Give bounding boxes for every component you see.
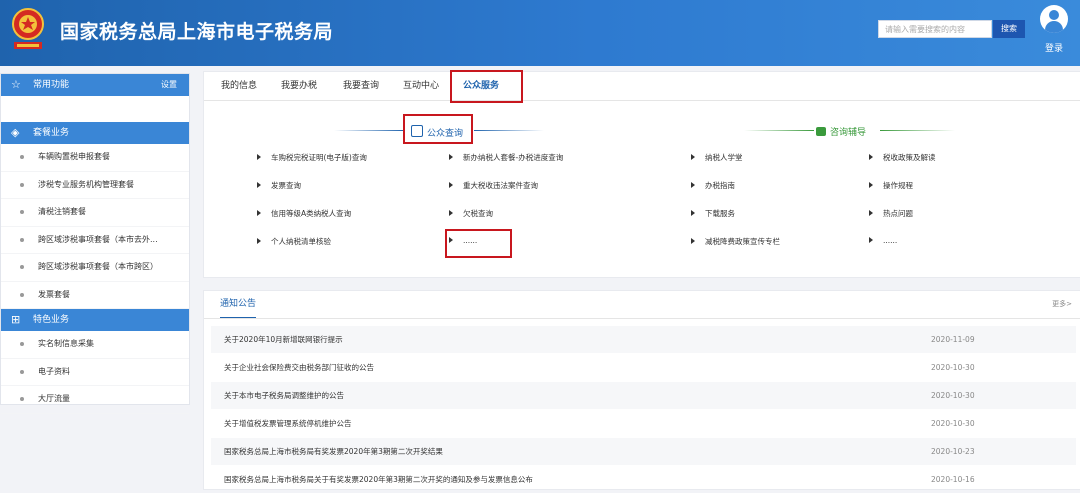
sidebar-item[interactable]: 发票套餐 <box>1 282 189 309</box>
tax-emblem-icon[interactable] <box>8 6 48 54</box>
sidebar: ☆ 常用功能 设置 ◈ 套餐业务 车辆购置税申报套餐 涉税专业服务机构管理套餐 … <box>0 73 190 414</box>
sidebar-section-label: 常用功能 <box>33 80 70 90</box>
grid-icon: ⊞ <box>11 313 21 326</box>
divider <box>204 318 1080 319</box>
divider-line <box>474 130 544 131</box>
search-input[interactable] <box>878 20 992 38</box>
sidebar-section-package[interactable]: ◈ 套餐业务 <box>1 122 189 144</box>
site-title: 国家税务总局上海市电子税务局 <box>60 21 334 43</box>
notice-row[interactable]: 国家税务总局上海市税务局有奖发票2020年第3期第二次开奖结果 2020-10-2… <box>211 438 1076 465</box>
notice-panel: 通知公告 更多> 关于2020年10月新增联网银行提示 2020-11-09 关于… <box>203 290 1080 490</box>
divider-line <box>744 130 814 131</box>
notice-row[interactable]: 关于本市电子税务局调整维护的公告 2020-10-30 <box>211 382 1076 409</box>
service-link[interactable]: 个人纳税清单核验 <box>257 236 331 247</box>
settings-link[interactable]: 设置 <box>161 74 177 96</box>
login-area[interactable]: 登录 <box>1036 3 1072 59</box>
divider-line <box>880 130 955 131</box>
graduation-cap-icon <box>816 127 826 136</box>
sidebar-section-label: 套餐业务 <box>33 128 70 138</box>
service-link[interactable]: 新办纳税人套餐-办税进度查询 <box>449 152 563 163</box>
sidebar-item[interactable]: 跨区域涉税事项套餐（本市跨区） <box>1 254 189 282</box>
service-link[interactable]: 操作规程 <box>869 180 913 191</box>
highlight-box-more <box>445 229 512 258</box>
consult-heading: 咨询辅导 <box>816 125 866 138</box>
user-avatar-icon[interactable] <box>1040 5 1068 33</box>
notice-row[interactable]: 关于增值税发票管理系统停机维护公告 2020-10-30 <box>211 410 1076 437</box>
top-header: 国家税务总局上海市电子税务局 搜索 登录 <box>0 0 1080 66</box>
sidebar-item[interactable]: 清税注销套餐 <box>1 199 189 227</box>
service-link[interactable]: 纳税人学堂 <box>691 152 743 163</box>
service-link[interactable]: 税收政策及解读 <box>869 152 936 163</box>
service-link[interactable]: 减税降费政策宣传专栏 <box>691 236 780 247</box>
login-link[interactable]: 登录 <box>1036 41 1072 54</box>
tab-bar: 我的信息 我要办税 我要查询 互动中心 公众服务 <box>204 72 1080 101</box>
notice-row[interactable]: 关于2020年10月新增联网银行提示 2020-11-09 <box>211 326 1076 353</box>
tab-my-info[interactable]: 我的信息 <box>221 72 257 100</box>
search-button[interactable]: 搜索 <box>993 20 1025 38</box>
service-link[interactable]: 重大税收违法案件查询 <box>449 180 538 191</box>
service-link[interactable]: 车购税完税证明(电子版)查询 <box>257 152 367 163</box>
sidebar-section-special[interactable]: ⊞ 特色业务 <box>1 309 189 331</box>
service-link[interactable]: 热点问题 <box>869 208 913 219</box>
highlight-box-section <box>403 114 473 144</box>
sidebar-item[interactable]: 跨区域涉税事项套餐（本市去外... <box>1 227 189 254</box>
sidebar-section-common[interactable]: ☆ 常用功能 设置 <box>1 74 189 96</box>
star-icon: ☆ <box>11 78 21 91</box>
sidebar-item[interactable]: 大厅流量 <box>1 386 189 414</box>
layers-icon: ◈ <box>11 126 20 139</box>
highlight-box-tab <box>450 70 523 103</box>
more-link[interactable]: 更多> <box>1052 299 1072 309</box>
services-panel: 我的信息 我要办税 我要查询 互动中心 公众服务 公众查询 咨询辅导 车购税完税… <box>203 70 1080 278</box>
tab-query[interactable]: 我要查询 <box>343 72 379 100</box>
sidebar-item[interactable]: 实名制信息采集 <box>1 331 189 359</box>
service-link[interactable]: 办税指南 <box>691 180 735 191</box>
notice-row[interactable]: 关于企业社会保险费交由税务部门征收的公告 2020-10-30 <box>211 354 1076 381</box>
service-link[interactable]: 下载服务 <box>691 208 735 219</box>
sidebar-item[interactable]: 电子资料 <box>1 359 189 386</box>
consult-title: 咨询辅导 <box>830 128 867 138</box>
sidebar-item[interactable]: 车辆购置税申报套餐 <box>1 144 189 172</box>
sidebar-common-empty <box>1 96 189 122</box>
divider-line <box>334 130 404 131</box>
tab-interaction[interactable]: 互动中心 <box>403 72 439 100</box>
notice-tab[interactable]: 通知公告 <box>220 291 257 319</box>
service-link[interactable]: 欠税查询 <box>449 208 493 219</box>
tab-tax-handling[interactable]: 我要办税 <box>281 72 317 100</box>
notice-row[interactable]: 国家税务总局上海市税务局关于有奖发票2020年第3期第二次开奖的通知及参与发票信… <box>211 466 1076 493</box>
service-link[interactable]: 信用等级A类纳税人查询 <box>257 208 351 219</box>
sidebar-section-label: 特色业务 <box>33 315 70 325</box>
sidebar-item[interactable]: 涉税专业服务机构管理套餐 <box>1 172 189 199</box>
service-link[interactable]: ...... <box>869 236 897 245</box>
service-link[interactable]: 发票查询 <box>257 180 301 191</box>
